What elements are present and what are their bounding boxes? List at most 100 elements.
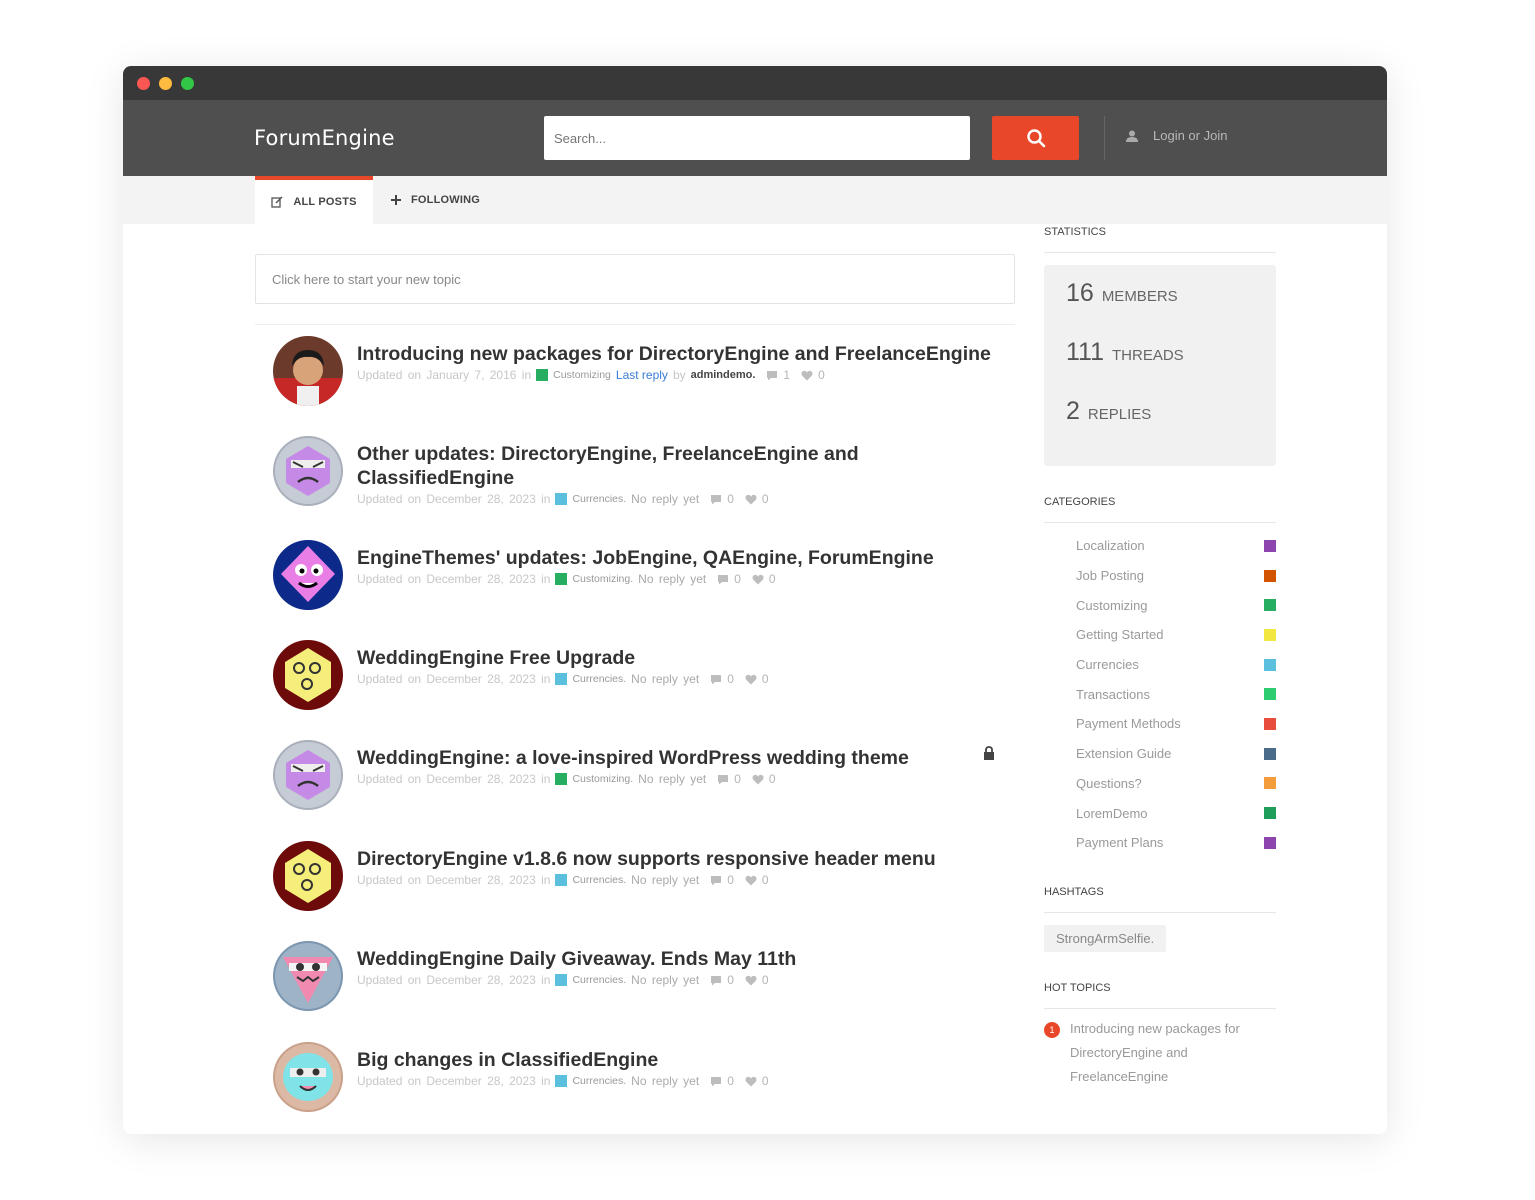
thread-title-line: ClassifiedEngine bbox=[357, 467, 515, 489]
category-color-swatch bbox=[555, 673, 568, 685]
comment-icon bbox=[718, 774, 729, 784]
category-color-swatch bbox=[1264, 688, 1276, 701]
category-item[interactable]: Payment Plans bbox=[1044, 828, 1276, 858]
like-count[interactable]: 0 bbox=[745, 492, 769, 506]
category-item[interactable]: Extension Guide bbox=[1044, 739, 1276, 769]
category-name: Payment Methods bbox=[1076, 716, 1181, 732]
by-label: by bbox=[672, 368, 686, 382]
thread-meta: Updated on December 28, 2023 in Currencie… bbox=[357, 672, 997, 686]
stat-number: 111 bbox=[1066, 338, 1105, 366]
updated-text: Updated on December 28, 2023 in bbox=[357, 873, 551, 887]
thread-title-link[interactable]: WeddingEngine Free Upgrade bbox=[357, 646, 997, 670]
category-name: Transactions bbox=[1076, 686, 1150, 702]
like-count[interactable]: 0 bbox=[745, 1074, 769, 1088]
reply-status: No reply yet bbox=[638, 572, 707, 586]
login-link[interactable]: Login or Join bbox=[1125, 128, 1227, 143]
tab-all-posts[interactable]: ALL POSTS bbox=[255, 176, 373, 224]
like-count[interactable]: 0 bbox=[801, 368, 825, 382]
category-link[interactable]: Customizing bbox=[553, 369, 611, 381]
category-link[interactable]: Currencies. bbox=[572, 974, 626, 986]
comment-count: 1 bbox=[766, 368, 790, 382]
stat-members: 16 MEMBERS bbox=[1066, 279, 1254, 338]
reply-status: No reply yet bbox=[631, 873, 700, 887]
category-color-swatch bbox=[1264, 807, 1276, 820]
thread-title-link[interactable]: EngineThemes' updates: JobEngine, QAEngi… bbox=[357, 546, 997, 570]
category-item[interactable]: Payment Methods bbox=[1044, 709, 1276, 739]
hot-topic-link[interactable]: Introducing new packages for DirectoryEn… bbox=[1070, 1017, 1276, 1089]
thread-title-link[interactable]: Big changes in ClassifiedEngine bbox=[357, 1048, 997, 1072]
last-reply-link[interactable]: Last reply bbox=[616, 368, 668, 382]
like-count-value: 0 bbox=[761, 492, 769, 506]
category-link[interactable]: Currencies. bbox=[572, 874, 626, 886]
category-color-swatch bbox=[555, 874, 568, 886]
comment-icon bbox=[767, 370, 778, 380]
category-link[interactable]: Customizing. bbox=[572, 573, 633, 585]
category-name: Localization bbox=[1076, 538, 1145, 554]
stat-label: MEMBERS bbox=[1101, 288, 1178, 305]
comment-icon bbox=[711, 494, 722, 504]
like-count[interactable]: 0 bbox=[745, 973, 769, 987]
tab-following[interactable]: FOLLOWING bbox=[391, 176, 480, 224]
sidebar: STATISTICS 16 MEMBERS 111 THREADS 2 REPLIES… bbox=[1044, 226, 1276, 1089]
new-topic-field[interactable]: Click here to start your new topic bbox=[255, 254, 1015, 304]
thread-meta: Updated on December 28, 2023 in Currencie… bbox=[357, 973, 997, 987]
category-name: Job Posting bbox=[1076, 568, 1144, 584]
author-avatar[interactable] bbox=[273, 540, 343, 610]
search-button[interactable] bbox=[992, 116, 1079, 160]
author-avatar[interactable] bbox=[273, 941, 343, 1011]
heart-icon bbox=[801, 370, 813, 380]
site-logo[interactable]: ForumEngine bbox=[254, 126, 395, 150]
category-name: LoremDemo bbox=[1076, 805, 1148, 821]
thread-title-link[interactable]: WeddingEngine: a love-inspired WordPress… bbox=[357, 746, 997, 770]
author-avatar[interactable] bbox=[273, 436, 343, 506]
author-avatar[interactable] bbox=[273, 841, 343, 911]
heart-icon bbox=[745, 494, 757, 504]
category-link[interactable]: Currencies. bbox=[572, 493, 626, 505]
thread-title-link[interactable]: Other updates: DirectoryEngine, Freelanc… bbox=[357, 442, 997, 490]
updated-text: Updated on December 28, 2023 in bbox=[357, 572, 551, 586]
like-count[interactable]: 0 bbox=[745, 672, 769, 686]
author-avatar[interactable] bbox=[273, 740, 343, 810]
comment-icon bbox=[711, 1076, 722, 1086]
user-icon bbox=[1126, 130, 1138, 142]
category-link[interactable]: Customizing. bbox=[572, 773, 633, 785]
category-name: Questions? bbox=[1076, 775, 1142, 791]
hashtag-chip[interactable]: StrongArmSelfie. bbox=[1044, 924, 1167, 952]
heart-icon bbox=[752, 574, 764, 584]
category-item[interactable]: Questions? bbox=[1044, 769, 1276, 799]
close-window-button[interactable] bbox=[137, 77, 150, 90]
category-item[interactable]: LoremDemo bbox=[1044, 798, 1276, 828]
like-count-value: 0 bbox=[761, 973, 769, 987]
comment-count-value: 0 bbox=[727, 873, 734, 887]
thread-body: DirectoryEngine v1.8.6 now supports resp… bbox=[357, 847, 997, 887]
category-item[interactable]: Localization bbox=[1044, 531, 1276, 561]
reply-user-link[interactable]: admindemo. bbox=[691, 369, 756, 381]
maximize-window-button[interactable] bbox=[181, 77, 194, 90]
category-item[interactable]: Transactions bbox=[1044, 679, 1276, 709]
category-link[interactable]: Currencies. bbox=[572, 1075, 626, 1087]
author-avatar[interactable] bbox=[273, 336, 343, 406]
category-item[interactable]: Currencies bbox=[1044, 650, 1276, 680]
comment-count-value: 0 bbox=[727, 492, 734, 506]
category-item[interactable]: Getting Started bbox=[1044, 620, 1276, 650]
stat-threads: 111 THREADS bbox=[1066, 338, 1254, 397]
like-count[interactable]: 0 bbox=[745, 873, 769, 887]
thread-title-link[interactable]: Introducing new packages for DirectoryEn… bbox=[357, 342, 997, 366]
thread-body: Big changes in ClassifiedEngine Updated o… bbox=[357, 1048, 997, 1088]
thread-title-line: WeddingEngine: a love-inspired WordPress… bbox=[357, 747, 909, 769]
minimize-window-button[interactable] bbox=[159, 77, 172, 90]
search-input[interactable] bbox=[544, 116, 970, 160]
thread-title-link[interactable]: WeddingEngine Daily Giveaway. Ends May 1… bbox=[357, 947, 997, 971]
category-item[interactable]: Customizing bbox=[1044, 590, 1276, 620]
thread-title-link[interactable]: DirectoryEngine v1.8.6 now supports resp… bbox=[357, 847, 997, 871]
category-item[interactable]: Job Posting bbox=[1044, 561, 1276, 591]
author-avatar[interactable] bbox=[273, 1042, 343, 1112]
like-count[interactable]: 0 bbox=[752, 772, 776, 786]
like-count-value: 0 bbox=[768, 572, 776, 586]
category-link[interactable]: Currencies. bbox=[572, 673, 626, 685]
category-color-swatch bbox=[555, 773, 568, 785]
like-count[interactable]: 0 bbox=[752, 572, 776, 586]
category-color-swatch bbox=[555, 974, 568, 986]
author-avatar[interactable] bbox=[273, 640, 343, 710]
category-list: Localization Job Posting Customizing Gettin… bbox=[1044, 531, 1276, 858]
